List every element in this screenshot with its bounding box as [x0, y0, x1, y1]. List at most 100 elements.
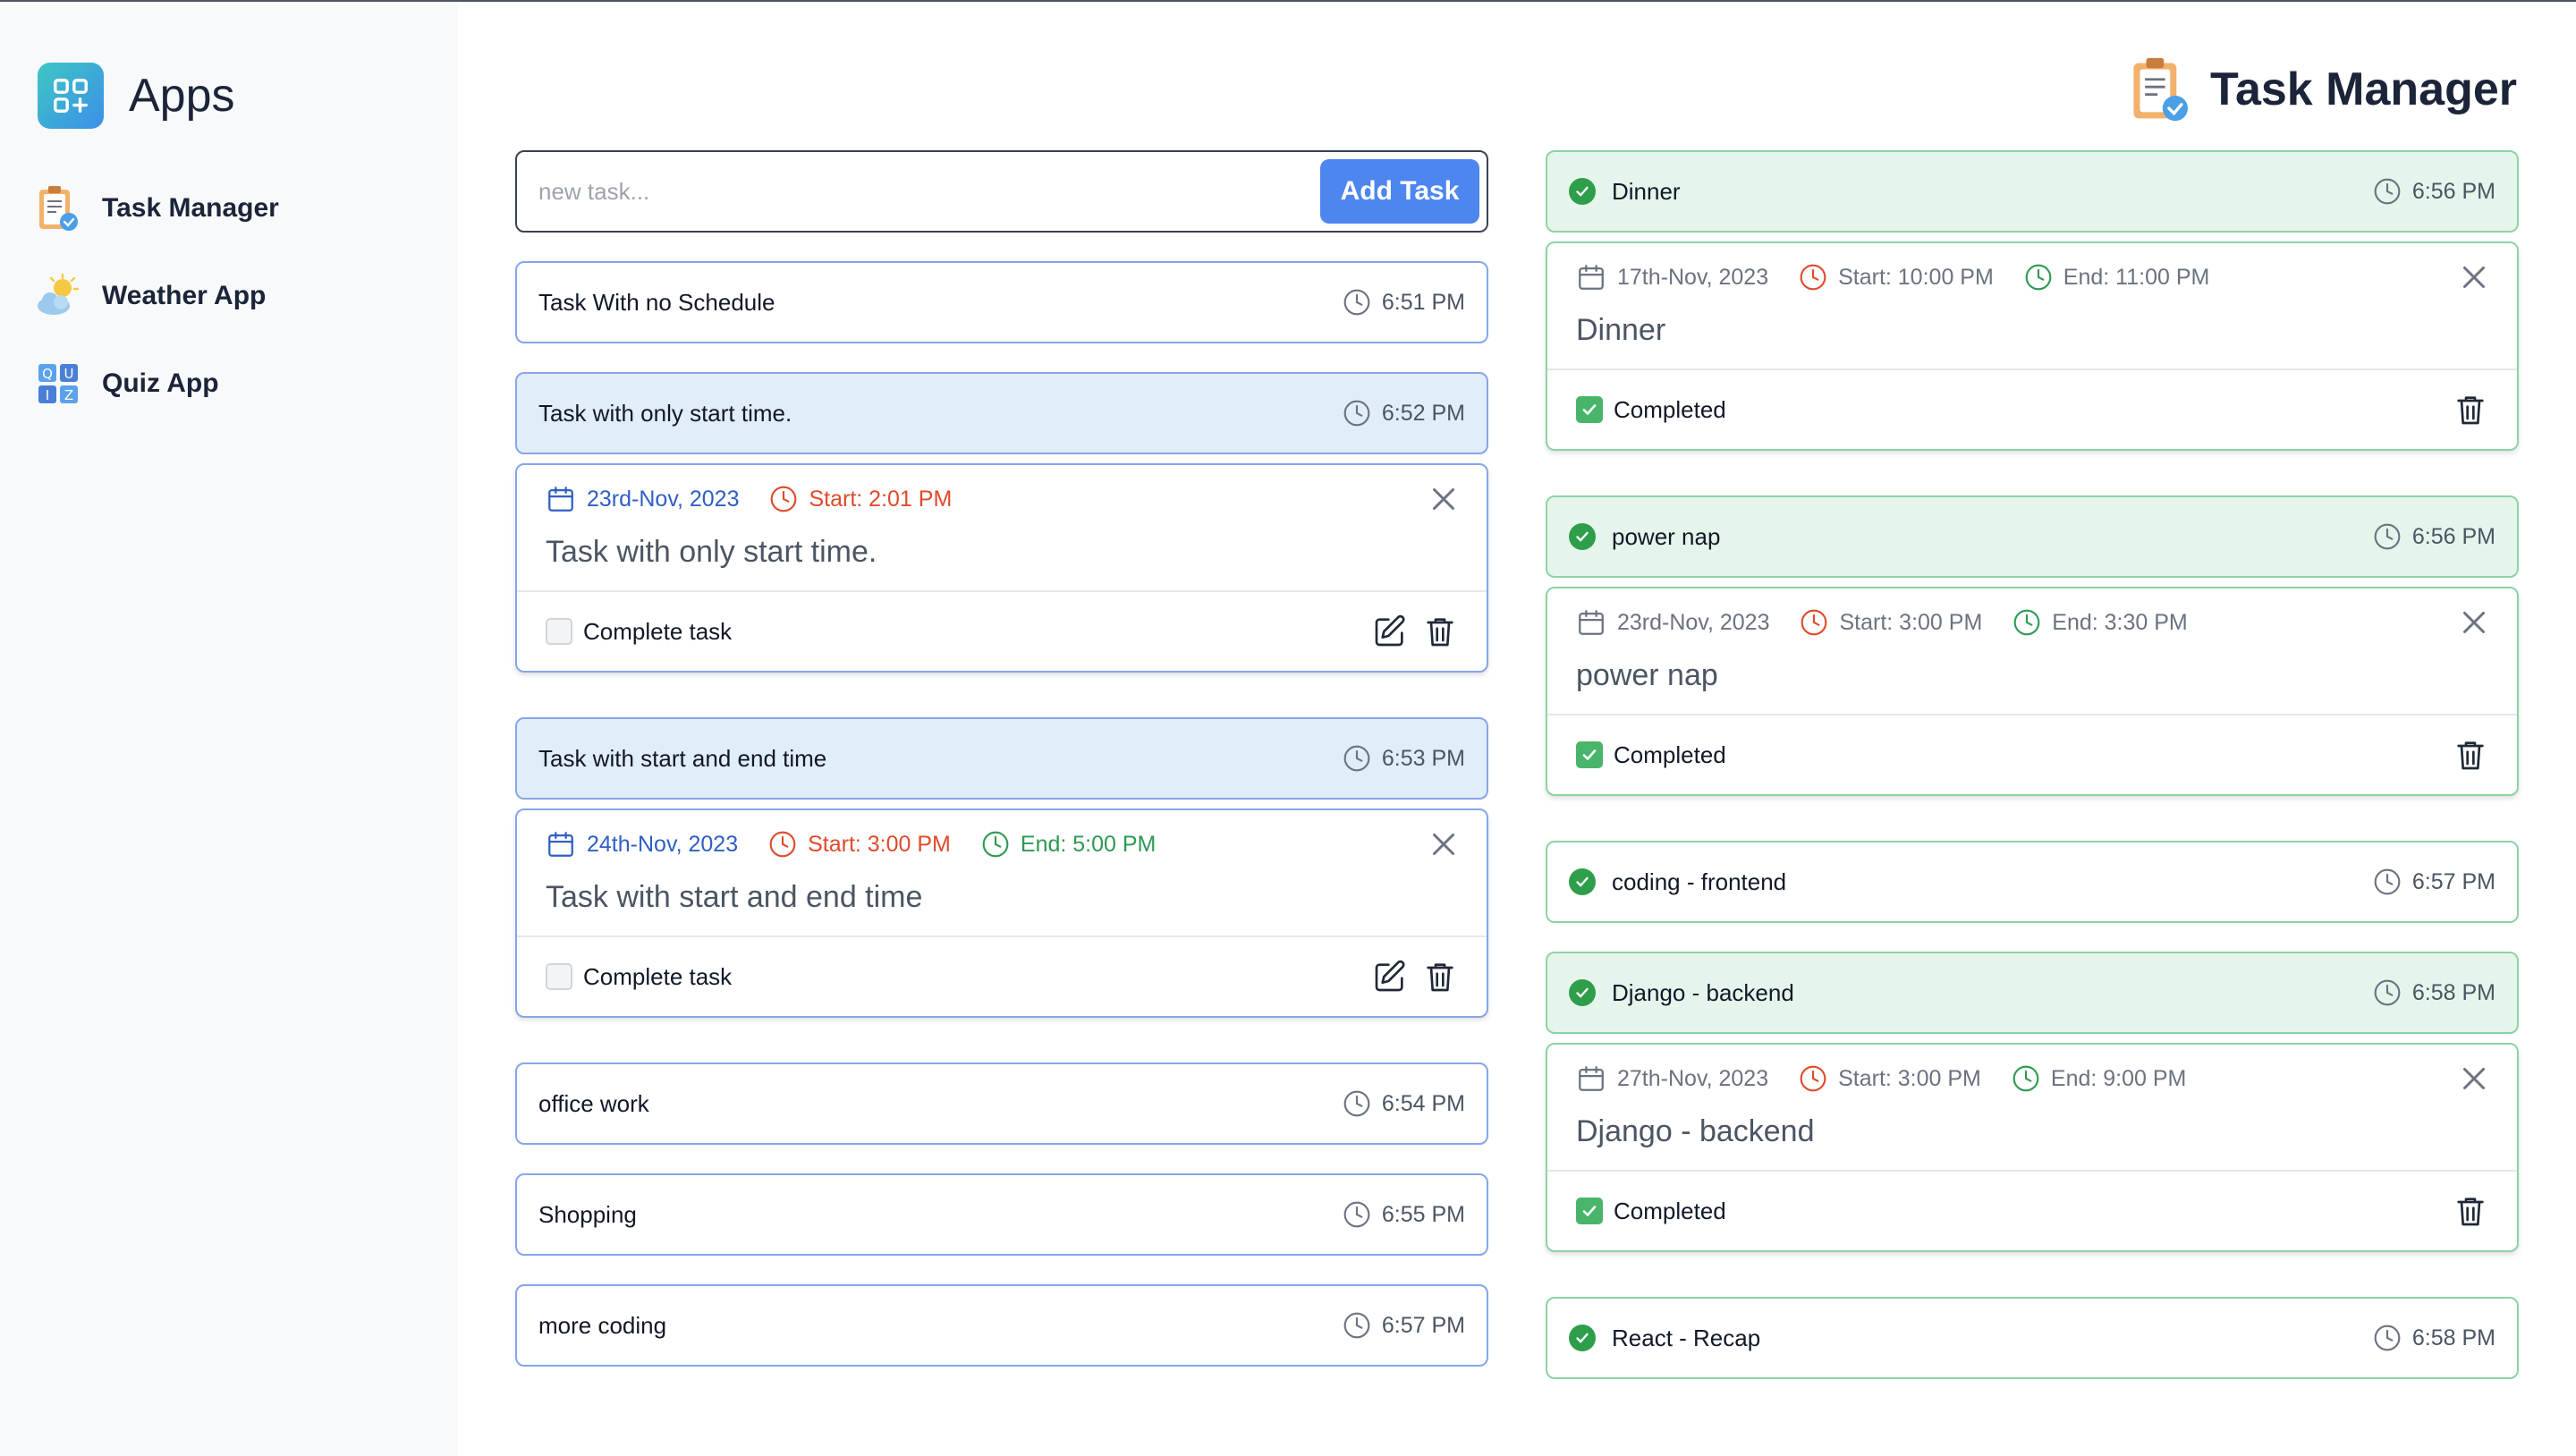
task-title: Dinner	[1612, 177, 1681, 205]
add-task-button[interactable]: Add Task	[1320, 159, 1479, 224]
calendar-icon	[1576, 607, 1606, 638]
edit-icon[interactable]	[1372, 614, 1408, 649]
task-detail-title: Django - backend	[1576, 1114, 1815, 1148]
task-date: 24th-Nov, 2023	[546, 829, 738, 859]
clock-icon	[1343, 1089, 1371, 1118]
close-icon[interactable]	[1428, 483, 1460, 515]
trash-icon[interactable]	[2453, 737, 2488, 773]
task-title: more coding	[538, 1311, 667, 1339]
complete-task-checkbox[interactable]: Complete task	[546, 618, 732, 646]
check-circle-icon	[1569, 178, 1596, 205]
close-icon[interactable]	[1428, 828, 1460, 860]
task-end-time: End: 5:00 PM	[981, 830, 1156, 859]
task-title: coding - frontend	[1612, 868, 1787, 895]
checkbox-box[interactable]	[1576, 741, 1603, 768]
calendar-icon	[546, 829, 576, 859]
clock-icon	[1343, 399, 1371, 427]
svg-text:U: U	[64, 366, 74, 382]
task-row[interactable]: power nap 6:56 PM	[1546, 495, 2519, 578]
trash-icon[interactable]	[1422, 959, 1458, 995]
task-created-time: 6:58 PM	[2373, 1324, 2496, 1352]
page-title: Task Manager	[2210, 63, 2517, 115]
clock-icon	[1343, 1200, 1371, 1229]
task-date-label: 17th-Nov, 2023	[1617, 264, 1769, 290]
checkbox-label: Complete task	[583, 617, 733, 645]
task-detail-title: Dinner	[1576, 313, 1666, 347]
task-title: Django - backend	[1612, 978, 1794, 1006]
task-end-label: End: 3:30 PM	[2052, 609, 2188, 635]
task-end-time: End: 3:30 PM	[2012, 608, 2188, 637]
task-detail-panel: 27th-Nov, 2023 Start: 3:00 PM End: 9:00 …	[1546, 1043, 2519, 1252]
task-created-time: 6:51 PM	[1343, 288, 1465, 317]
task-end-time: End: 11:00 PM	[2024, 263, 2209, 292]
task-date-label: 24th-Nov, 2023	[587, 831, 739, 857]
task-row[interactable]: Shopping 6:55 PM	[515, 1173, 1488, 1256]
completed-checkbox[interactable]: Completed	[1576, 396, 1726, 424]
svg-text:I: I	[46, 387, 49, 403]
close-icon[interactable]	[2458, 261, 2490, 293]
task-date: 23rd-Nov, 2023	[1576, 607, 1769, 638]
task-start-time: Start: 2:01 PM	[769, 485, 952, 513]
clock-icon	[2373, 522, 2402, 551]
checkbox-label: Completed	[1614, 741, 1726, 768]
task-title: Task with only start time.	[538, 399, 792, 427]
task-detail-panel: 17th-Nov, 2023 Start: 10:00 PM End: 11:0…	[1546, 241, 2519, 451]
clipboard-icon	[34, 184, 82, 233]
task-row[interactable]: Task With no Schedule 6:51 PM	[515, 261, 1488, 343]
close-icon[interactable]	[2458, 606, 2490, 639]
clock-icon	[2373, 868, 2402, 896]
sidebar-item-quiz-app[interactable]: QUIZ Quiz App	[34, 360, 219, 408]
new-task-input[interactable]	[538, 177, 1254, 206]
completed-checkbox[interactable]: Completed	[1576, 741, 1726, 769]
task-title: power nap	[1612, 522, 1721, 550]
task-end-label: End: 9:00 PM	[2050, 1065, 2187, 1091]
task-detail-panel: 24th-Nov, 2023 Start: 3:00 PM End: 5:00 …	[515, 808, 1488, 1018]
checkbox-box[interactable]	[1576, 396, 1603, 423]
sidebar-item-weather-app[interactable]: Weather App	[34, 272, 266, 320]
completed-checkbox[interactable]: Completed	[1576, 1198, 1726, 1225]
task-date: 17th-Nov, 2023	[1576, 262, 1768, 292]
check-circle-icon	[1569, 868, 1596, 895]
task-start-time: Start: 3:00 PM	[1800, 608, 1982, 637]
sidebar-item-task-manager[interactable]: Task Manager	[34, 184, 279, 233]
task-title: React - Recap	[1612, 1324, 1761, 1351]
trash-icon[interactable]	[2453, 392, 2488, 427]
checkbox-box[interactable]	[546, 963, 572, 990]
task-time-label: 6:57 PM	[2411, 868, 2496, 894]
checkbox-label: Completed	[1614, 1197, 1726, 1224]
task-created-time: 6:58 PM	[2373, 978, 2496, 1007]
quiz-icon: QUIZ	[34, 360, 82, 408]
task-start-label: Start: 3:00 PM	[808, 831, 951, 857]
svg-text:Z: Z	[64, 387, 73, 403]
sidebar-item-label: Task Manager	[102, 193, 279, 223]
apps-grid-icon	[38, 63, 104, 129]
task-start-label: Start: 10:00 PM	[1838, 264, 1994, 290]
task-time-label: 6:57 PM	[1381, 1312, 1465, 1338]
trash-icon[interactable]	[1422, 614, 1458, 649]
task-row[interactable]: Dinner 6:56 PM	[1546, 150, 2519, 233]
task-row[interactable]: Django - backend 6:58 PM	[1546, 952, 2519, 1034]
clock-icon	[769, 485, 798, 513]
close-icon[interactable]	[2458, 1062, 2490, 1095]
task-row[interactable]: office work 6:54 PM	[515, 1062, 1488, 1145]
task-row[interactable]: React - Recap 6:58 PM	[1546, 1297, 2519, 1379]
task-created-time: 6:55 PM	[1343, 1200, 1465, 1229]
task-time-label: 6:56 PM	[2411, 178, 2496, 204]
task-row[interactable]: more coding 6:57 PM	[515, 1284, 1488, 1367]
checkbox-box[interactable]	[1576, 1198, 1603, 1224]
edit-icon[interactable]	[1372, 959, 1408, 995]
task-created-time: 6:53 PM	[1343, 744, 1465, 773]
task-row[interactable]: coding - frontend 6:57 PM	[1546, 841, 2519, 923]
checkbox-box[interactable]	[546, 618, 572, 645]
complete-task-checkbox[interactable]: Complete task	[546, 963, 732, 991]
task-created-time: 6:57 PM	[1343, 1311, 1465, 1340]
checkbox-label: Completed	[1614, 395, 1726, 423]
task-row[interactable]: Task with start and end time 6:53 PM	[515, 717, 1488, 800]
clock-icon	[2012, 1064, 2040, 1093]
task-created-time: 6:52 PM	[1343, 399, 1465, 427]
task-row[interactable]: Task with only start time. 6:52 PM	[515, 372, 1488, 454]
trash-icon[interactable]	[2453, 1193, 2488, 1229]
task-start-label: Start: 3:00 PM	[1838, 1065, 1981, 1091]
task-title: Shopping	[538, 1200, 637, 1228]
add-task-form: Add Task	[515, 150, 1488, 233]
